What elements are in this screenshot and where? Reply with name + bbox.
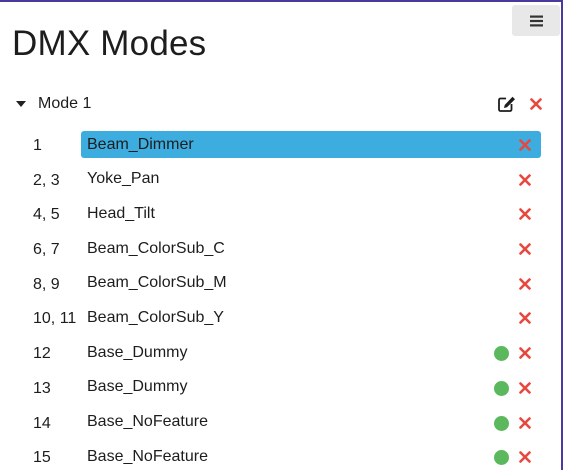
mode-name: Mode 1 <box>38 95 92 112</box>
delete-mode-button[interactable] <box>530 98 542 110</box>
close-icon <box>519 382 531 394</box>
close-icon <box>519 451 531 463</box>
status-dot-icon <box>494 380 509 396</box>
channel-row: 6, 7 Beam_ColorSub_C <box>0 234 560 269</box>
menu-button[interactable] <box>512 5 560 36</box>
channel-list: 1 Beam_Dimmer 2, 3 Yoke_Pan 4, 5 Head_Tilt 6, … <box>0 130 560 470</box>
close-icon <box>519 277 531 290</box>
close-icon <box>519 243 531 255</box>
remove-channel-button[interactable] <box>519 381 533 395</box>
channel-row: 13 Base_Dummy <box>0 373 560 408</box>
remove-channel-button[interactable] <box>519 242 533 256</box>
status-dot-icon <box>494 415 509 431</box>
channel-row: 4, 5 Head_Tilt <box>0 199 560 234</box>
channel-capability[interactable]: Base_Dummy <box>81 339 541 366</box>
remove-channel-button[interactable] <box>519 311 533 325</box>
channel-capability[interactable]: Base_NoFeature <box>81 443 541 470</box>
channel-row: 10, 11 Beam_ColorSub_Y <box>0 303 560 338</box>
channel-capability[interactable]: Beam_ColorSub_C <box>81 235 541 262</box>
remove-channel-button[interactable] <box>519 416 533 430</box>
channel-number: 12 <box>33 345 51 363</box>
channel-capability[interactable]: Beam_Dimmer <box>81 131 541 158</box>
remove-channel-button[interactable] <box>519 207 533 221</box>
close-icon <box>519 347 531 359</box>
edit-icon <box>498 96 515 112</box>
channel-capability[interactable]: Base_Dummy <box>81 374 541 401</box>
remove-channel-button[interactable] <box>519 450 533 464</box>
channel-number: 10, 11 <box>33 310 77 328</box>
app-frame: DMX Modes Mode 1 1 Beam_Dimmer 2, 3 Yoke_Pa… <box>0 0 563 470</box>
edit-mode-button[interactable] <box>498 96 516 112</box>
remove-channel-button[interactable] <box>519 277 533 291</box>
mode-actions <box>498 96 542 112</box>
close-icon <box>519 312 531 325</box>
close-icon <box>519 173 531 186</box>
channel-capability[interactable]: Beam_ColorSub_Y <box>81 304 541 331</box>
hamburger-icon <box>529 15 543 26</box>
remove-channel-button[interactable] <box>519 346 533 360</box>
channel-capability[interactable]: Beam_ColorSub_M <box>81 270 541 297</box>
channel-number: 15 <box>33 449 51 467</box>
channel-capability[interactable]: Base_NoFeature <box>81 409 541 436</box>
channel-number: 2, 3 <box>33 171 60 189</box>
mode-toggle[interactable]: Mode 1 <box>12 95 91 113</box>
remove-channel-button[interactable] <box>519 173 533 187</box>
channel-row: 12 Base_Dummy <box>0 338 560 373</box>
channel-number: 14 <box>33 414 51 432</box>
mode-header: Mode 1 <box>12 92 542 116</box>
close-icon <box>519 139 531 151</box>
channel-row: 1 Beam_Dimmer <box>0 130 560 165</box>
channel-capability[interactable]: Yoke_Pan <box>81 166 541 193</box>
caret-down-icon <box>16 101 26 107</box>
remove-channel-button[interactable] <box>519 138 533 152</box>
channel-row: 14 Base_NoFeature <box>0 408 560 443</box>
close-icon <box>519 208 531 221</box>
page-title: DMX Modes <box>12 24 207 63</box>
channel-row: 8, 9 Beam_ColorSub_M <box>0 269 560 304</box>
close-icon <box>519 416 531 429</box>
channel-number: 6, 7 <box>33 241 60 259</box>
channel-number: 1 <box>33 137 42 154</box>
channel-capability[interactable]: Head_Tilt <box>81 200 541 227</box>
channel-row: 15 Base_NoFeature <box>0 442 560 470</box>
close-icon <box>530 98 542 110</box>
channel-number: 4, 5 <box>33 206 60 224</box>
channel-row: 2, 3 Yoke_Pan <box>0 165 560 200</box>
channel-number: 8, 9 <box>33 275 60 293</box>
channel-number: 13 <box>33 379 51 397</box>
